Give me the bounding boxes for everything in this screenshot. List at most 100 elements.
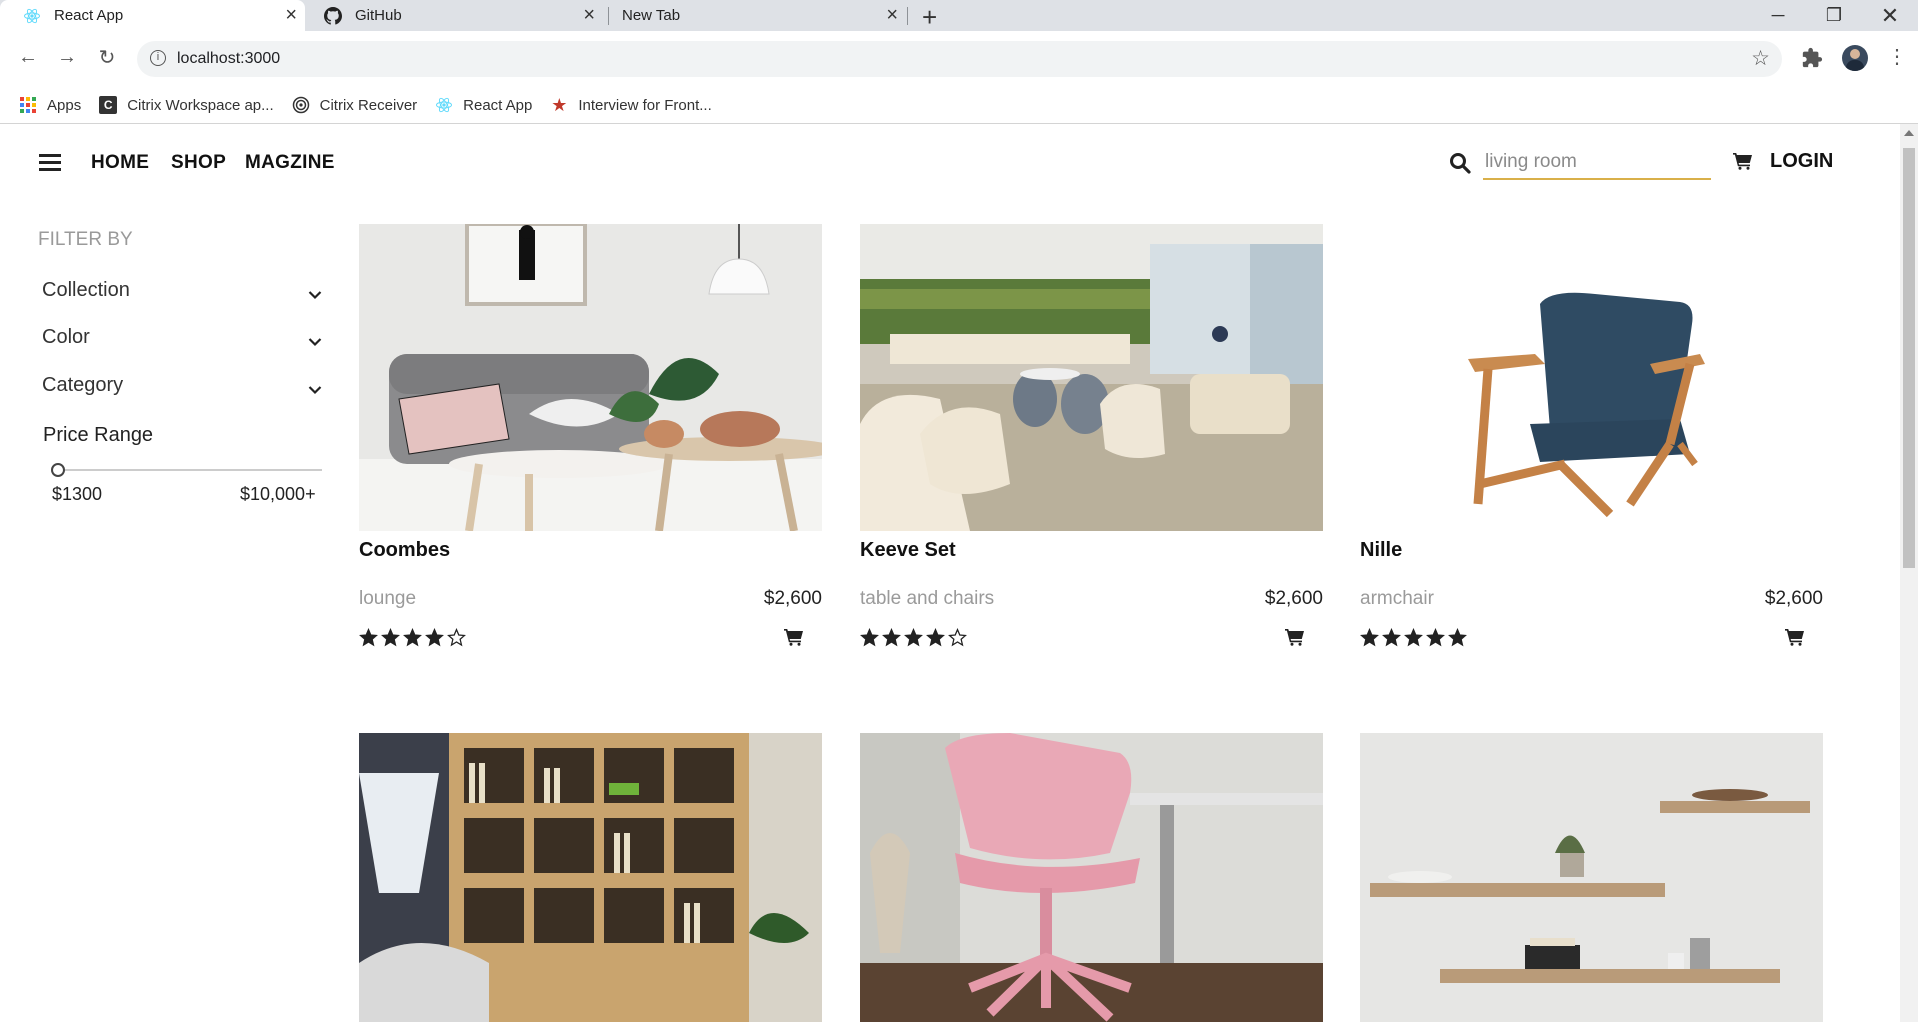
url-text: localhost:3000 bbox=[177, 50, 281, 67]
restore-icon[interactable]: ❐ bbox=[1806, 0, 1862, 31]
bookmark-interview[interactable]: ★ Interview for Front... bbox=[550, 95, 712, 115]
price-range-label: Price Range bbox=[43, 424, 154, 446]
profile-avatar[interactable] bbox=[1842, 45, 1868, 71]
tab-react-app[interactable]: React App × bbox=[0, 0, 305, 31]
price-slider-handle[interactable] bbox=[51, 463, 65, 477]
bookmark-star-icon[interactable]: ☆ bbox=[1751, 46, 1770, 71]
close-window-icon[interactable]: ✕ bbox=[1862, 0, 1918, 31]
tab-new-tab[interactable]: New Tab × bbox=[608, 0, 906, 31]
filter-label: Category bbox=[42, 374, 124, 396]
star-filled-icon bbox=[1448, 628, 1467, 647]
bookmark-label: Apps bbox=[47, 96, 82, 114]
reload-icon[interactable]: ↻ bbox=[91, 41, 123, 73]
bookmark-react-app[interactable]: React App bbox=[435, 96, 532, 114]
chevron-down-icon[interactable] bbox=[308, 283, 322, 306]
close-tab-icon[interactable]: × bbox=[285, 5, 297, 25]
bookmark-citrix-receiver[interactable]: Citrix Receiver bbox=[292, 96, 418, 114]
star-filled-icon bbox=[1382, 628, 1401, 647]
product-image-lounge-chairs[interactable] bbox=[860, 224, 1323, 531]
filter-color[interactable]: Color bbox=[42, 326, 322, 349]
extensions-puzzle-icon[interactable] bbox=[1801, 47, 1823, 69]
browser-menu-icon[interactable]: ⋮ bbox=[1887, 44, 1907, 69]
minimize-icon[interactable]: ─ bbox=[1750, 0, 1806, 31]
hamburger-menu-icon[interactable] bbox=[39, 154, 61, 172]
price-slider-track[interactable] bbox=[57, 469, 322, 471]
product-image-living-room-sofa[interactable] bbox=[359, 224, 822, 531]
tab-github[interactable]: GitHub × bbox=[305, 0, 603, 31]
product-category: lounge bbox=[359, 588, 417, 609]
tab-separator bbox=[907, 7, 908, 25]
filter-category[interactable]: Category bbox=[42, 374, 322, 397]
star-filled-icon bbox=[1426, 628, 1445, 647]
filter-collection[interactable]: Collection bbox=[42, 279, 322, 302]
react-icon bbox=[435, 96, 453, 114]
tab-title: New Tab bbox=[622, 7, 681, 24]
rating-stars bbox=[359, 628, 469, 647]
star-filled-icon bbox=[403, 628, 422, 647]
product-card-nille[interactable]: Nille armchair $2,600 bbox=[1360, 224, 1823, 664]
scroll-up-arrow-icon[interactable] bbox=[1904, 130, 1914, 136]
star-filled-icon bbox=[359, 628, 378, 647]
price-min: $1300 bbox=[52, 484, 103, 504]
login-link[interactable]: LOGIN bbox=[1770, 150, 1833, 173]
page-scrollbar[interactable] bbox=[1900, 124, 1918, 1022]
product-price: $2,600 bbox=[763, 588, 822, 609]
tab-title: React App bbox=[54, 7, 124, 24]
product-image-pink-office-chair[interactable] bbox=[860, 733, 1323, 1022]
star-filled-icon bbox=[1360, 628, 1379, 647]
citrix-icon: C bbox=[99, 96, 118, 114]
price-max: $10,000+ bbox=[240, 484, 316, 504]
nav-home-link[interactable]: HOME bbox=[91, 152, 149, 174]
product-image-wall-shelves[interactable] bbox=[1360, 733, 1823, 1022]
scrollbar-thumb[interactable] bbox=[1903, 148, 1915, 568]
star-filled-icon bbox=[882, 628, 901, 647]
bookmark-citrix-workspace[interactable]: C Citrix Workspace ap... bbox=[99, 96, 274, 114]
back-arrow-icon[interactable]: ← bbox=[12, 41, 44, 73]
nav-shop-link[interactable]: SHOP bbox=[171, 152, 226, 174]
product-card-wall-shelves[interactable] bbox=[1360, 733, 1823, 1022]
close-tab-icon[interactable]: × bbox=[886, 5, 898, 25]
filter-title: FILTER BY bbox=[38, 229, 133, 250]
bookmark-label: Interview for Front... bbox=[578, 96, 712, 114]
info-icon[interactable]: i bbox=[150, 50, 166, 66]
react-icon bbox=[22, 6, 42, 26]
address-bar[interactable]: i localhost:3000 ☆ bbox=[137, 41, 1782, 77]
site-header: HOME SHOP MAGZINE LOGIN bbox=[0, 124, 1900, 204]
search-icon[interactable] bbox=[1449, 152, 1471, 174]
product-category: armchair bbox=[1360, 588, 1434, 609]
add-to-cart-icon[interactable] bbox=[1785, 628, 1805, 651]
product-name[interactable]: Keeve Set bbox=[860, 539, 956, 562]
product-image-armchair[interactable] bbox=[1360, 224, 1823, 531]
filter-label: Collection bbox=[42, 279, 130, 301]
nav-magzine-link[interactable]: MAGZINE bbox=[245, 152, 335, 174]
cart-icon[interactable] bbox=[1733, 152, 1753, 175]
forward-arrow-icon[interactable]: → bbox=[51, 41, 83, 73]
chevron-down-icon[interactable] bbox=[308, 330, 322, 353]
product-card-bookshelf[interactable] bbox=[359, 733, 822, 1022]
product-name[interactable]: Nille bbox=[1360, 539, 1402, 562]
close-tab-icon[interactable]: × bbox=[583, 5, 595, 25]
star-filled-icon bbox=[381, 628, 400, 647]
new-tab-plus-icon[interactable]: + bbox=[922, 2, 937, 33]
product-card-coombes[interactable]: Coombes lounge $2,600 bbox=[359, 224, 822, 664]
product-image-bookshelf[interactable] bbox=[359, 733, 822, 1022]
tab-title: GitHub bbox=[355, 7, 402, 24]
product-card-keeve-set[interactable]: Keeve Set table and chairs $2,600 bbox=[860, 224, 1323, 664]
bookmark-label: Citrix Receiver bbox=[319, 96, 418, 114]
rating-stars bbox=[860, 628, 970, 647]
star-empty-icon bbox=[948, 628, 967, 647]
chevron-down-icon[interactable] bbox=[308, 378, 322, 401]
product-price: $2,600 bbox=[1764, 588, 1823, 609]
product-name[interactable]: Coombes bbox=[359, 539, 450, 562]
bookmark-apps[interactable]: Apps bbox=[19, 96, 81, 114]
product-card-pink-chair[interactable] bbox=[860, 733, 1323, 1022]
bookmark-label: React App bbox=[463, 96, 533, 114]
search-input[interactable] bbox=[1483, 146, 1711, 180]
add-to-cart-icon[interactable] bbox=[784, 628, 804, 651]
bookmark-label: Citrix Workspace ap... bbox=[127, 96, 274, 114]
add-to-cart-icon[interactable] bbox=[1285, 628, 1305, 651]
product-category: table and chairs bbox=[860, 588, 995, 609]
star-filled-icon bbox=[926, 628, 945, 647]
rating-stars bbox=[1360, 628, 1470, 647]
product-price: $2,600 bbox=[1264, 588, 1323, 609]
